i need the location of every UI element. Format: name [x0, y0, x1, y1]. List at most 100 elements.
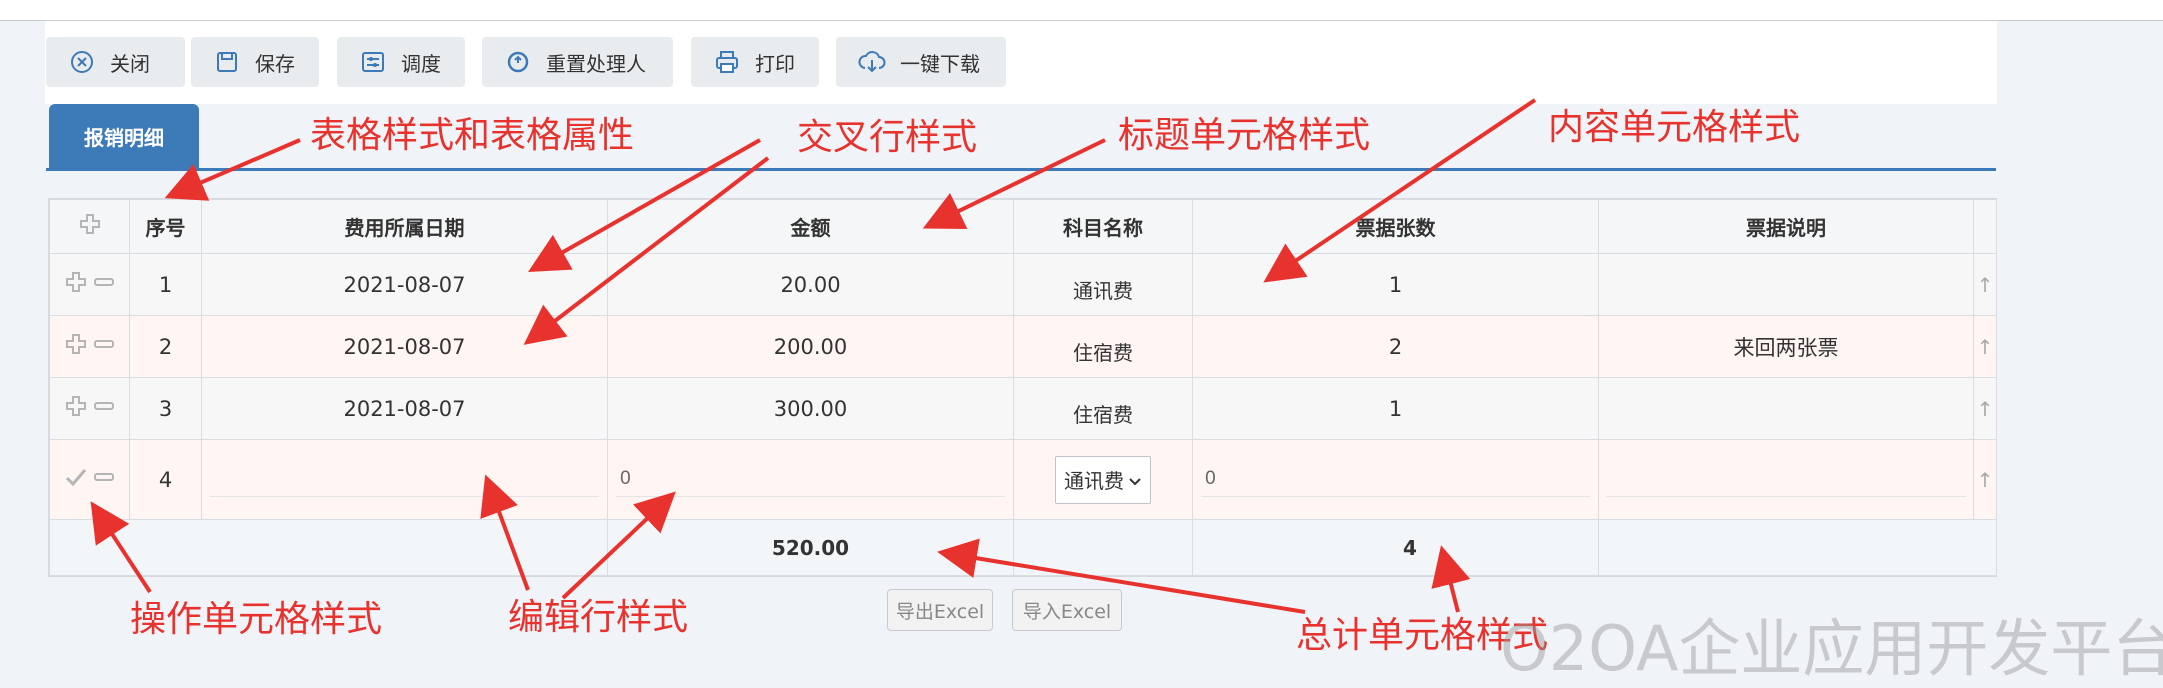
dispatch-button-label: 调度 — [401, 51, 441, 76]
amount-input[interactable] — [616, 462, 1005, 497]
export-excel-label: 导出Excel — [895, 600, 985, 623]
sort-arrow-icon[interactable]: ↑ — [1977, 468, 1994, 492]
table-row: 1 2021-08-07 20.00 通讯费 1 ↑ — [49, 253, 1997, 316]
reset-handler-button-label: 重置处理人 — [546, 51, 646, 76]
cell-count — [1192, 439, 1599, 520]
annotation-title-cell: 标题单元格样式 — [1118, 115, 1371, 156]
save-icon — [213, 48, 241, 76]
cell-note — [1598, 253, 1974, 316]
header-count: 票据张数 — [1192, 199, 1599, 254]
dispatch-button[interactable]: 调度 — [337, 37, 465, 87]
delete-row-icon[interactable] — [92, 270, 116, 299]
dispatch-icon — [359, 48, 387, 76]
header-note: 票据说明 — [1598, 199, 1974, 254]
add-row-icon[interactable] — [64, 394, 88, 423]
op-cell — [49, 253, 130, 316]
subject-select[interactable]: 通讯费 — [1055, 455, 1151, 504]
download-all-button-label: 一键下载 — [900, 51, 980, 76]
save-button[interactable]: 保存 — [191, 37, 319, 87]
sort-arrow-icon[interactable]: ↑ — [1977, 397, 1994, 421]
cell-subject: 通讯费 — [1013, 439, 1193, 520]
cell-note: 来回两张票 — [1598, 315, 1974, 378]
subject-select-value: 通讯费 — [1064, 469, 1124, 493]
cell-index: 1 — [129, 253, 202, 316]
cell-date — [201, 439, 608, 520]
cell-count: 1 — [1192, 253, 1599, 316]
total-count-value: 4 — [1403, 535, 1417, 560]
row-scroll-cell: ↑ — [1973, 315, 1997, 378]
cell-note — [1598, 439, 1974, 520]
date-input[interactable] — [210, 462, 599, 497]
sort-arrow-icon[interactable]: ↑ — [1977, 273, 1994, 297]
total-count: 4 — [1192, 519, 1599, 576]
op-cell — [49, 377, 130, 440]
total-amount: 520.00 — [607, 519, 1014, 576]
cell-index: 4 — [129, 439, 202, 520]
note-input[interactable] — [1606, 462, 1966, 497]
total-blank — [1598, 519, 1997, 576]
print-button-label: 打印 — [755, 51, 795, 76]
print-icon — [713, 48, 741, 76]
cloud-download-icon — [858, 48, 886, 76]
add-row-icon[interactable] — [78, 214, 102, 241]
cell-count: 1 — [1192, 377, 1599, 440]
add-row-icon[interactable] — [64, 270, 88, 299]
cell-date: 2021-08-07 — [201, 377, 608, 440]
row-scroll-cell: ↑ — [1973, 377, 1997, 440]
cell-subject: 通讯费 — [1013, 253, 1193, 316]
header-row: 序号 费用所属日期 金额 科目名称 票据张数 票据说明 — [49, 199, 1997, 254]
download-all-button[interactable]: 一键下载 — [836, 37, 1006, 87]
watermark: O2OA企业应用开发平台 — [1500, 612, 2163, 685]
subject-value: 住宿费 — [1073, 341, 1133, 365]
cell-subject: 住宿费 — [1013, 377, 1193, 440]
cell-amount: 200.00 — [607, 315, 1014, 378]
cell-amount: 300.00 — [607, 377, 1014, 440]
op-cell — [49, 315, 130, 378]
save-button-label: 保存 — [255, 51, 295, 76]
count-input[interactable] — [1201, 462, 1590, 497]
annotation-cross-row: 交叉行样式 — [797, 117, 978, 158]
header-amount: 金额 — [607, 199, 1014, 254]
cell-index: 3 — [129, 377, 202, 440]
cell-date: 2021-08-07 — [201, 315, 608, 378]
cell-subject: 住宿费 — [1013, 315, 1193, 378]
cell-amount — [607, 439, 1014, 520]
tab-expense-details[interactable]: 报销明细 — [49, 104, 199, 168]
export-excel-button[interactable]: 导出Excel — [887, 589, 993, 631]
import-excel-button[interactable]: 导入Excel — [1012, 589, 1122, 631]
cell-index: 2 — [129, 315, 202, 378]
annotation-content-cell: 内容单元格样式 — [1548, 107, 1801, 148]
op-cell — [49, 439, 130, 520]
table-row: 3 2021-08-07 300.00 住宿费 1 ↑ — [49, 377, 1997, 440]
cell-note — [1598, 377, 1974, 440]
header-date: 费用所属日期 — [201, 199, 608, 254]
reset-icon — [504, 48, 532, 76]
subject-value: 住宿费 — [1073, 403, 1133, 427]
reset-handler-button[interactable]: 重置处理人 — [482, 37, 673, 87]
row-scroll-cell: ↑ — [1973, 439, 1997, 520]
close-button[interactable]: 关闭 — [46, 37, 185, 87]
confirm-check-icon[interactable] — [64, 465, 88, 494]
cell-count: 2 — [1192, 315, 1599, 378]
close-button-label: 关闭 — [110, 51, 150, 76]
annotation-table-style: 表格样式和表格属性 — [310, 115, 635, 156]
print-button[interactable]: 打印 — [691, 37, 819, 87]
cell-amount: 20.00 — [607, 253, 1014, 316]
annotation-op-cell: 操作单元格样式 — [130, 599, 383, 640]
header-index: 序号 — [129, 199, 202, 254]
sort-arrow-icon[interactable]: ↑ — [1977, 335, 1994, 359]
import-excel-label: 导入Excel — [1022, 600, 1112, 623]
add-row-icon[interactable] — [64, 332, 88, 361]
tab-label: 报销明细 — [84, 125, 164, 150]
annotation-edit-row: 编辑行样式 — [508, 597, 689, 638]
edit-row: 4 通讯费 ↑ — [49, 439, 1997, 520]
expense-table: 序号 费用所属日期 金额 科目名称 票据张数 票据说明 1 2021-08-07… — [48, 198, 1997, 577]
table-row: 2 2021-08-07 200.00 住宿费 2 来回两张票 ↑ — [49, 315, 1997, 378]
row-scroll-cell: ↑ — [1973, 253, 1997, 316]
delete-row-icon[interactable] — [92, 465, 116, 494]
total-blank — [49, 519, 608, 576]
close-circle-icon — [68, 48, 96, 76]
delete-row-icon[interactable] — [92, 394, 116, 423]
total-blank — [1013, 519, 1193, 576]
delete-row-icon[interactable] — [92, 332, 116, 361]
